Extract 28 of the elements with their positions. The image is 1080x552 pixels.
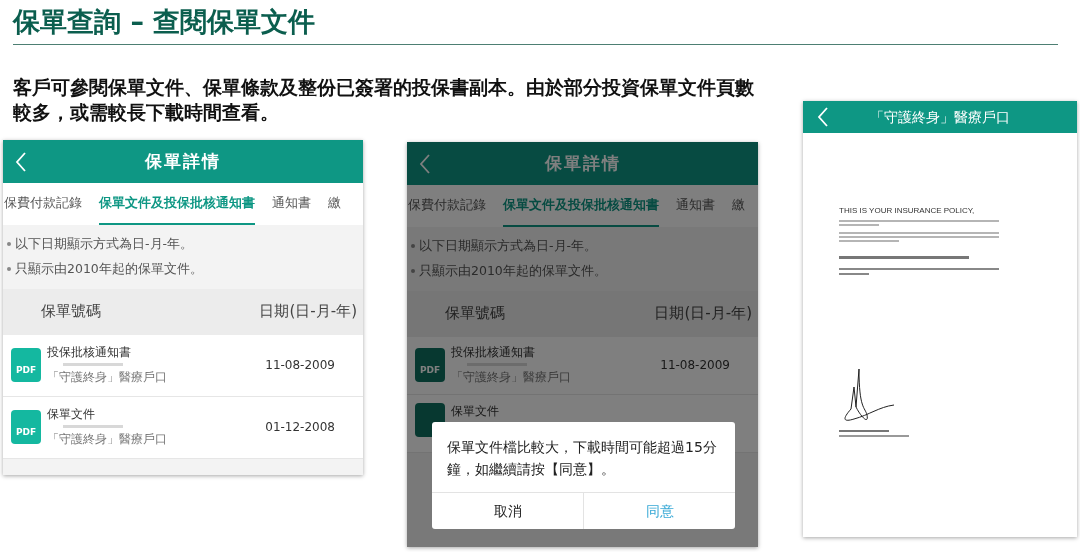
document-date: 11-08-2009 bbox=[660, 357, 730, 374]
document-title: 投保批核通知書 bbox=[451, 343, 536, 361]
dialog-message: 保單文件檔比較大，下載時間可能超過15分鐘，如繼續請按【同意】。 bbox=[446, 438, 718, 479]
document-subtitle: 「守護終身」醫療戶口 bbox=[451, 369, 572, 387]
pdf-icon: PDF bbox=[11, 348, 41, 382]
column-header: 保單號碼 bbox=[445, 303, 505, 325]
column-header: 日期(日-月-年) bbox=[259, 301, 357, 323]
document-heading: THIS IS YOUR INSURANCE POLICY, bbox=[839, 205, 976, 217]
document-date: 11-08-2009 bbox=[265, 357, 335, 374]
note-text: 只顯示由2010年起的保單文件。 bbox=[15, 259, 203, 278]
document-title: 投保批核通知書 bbox=[47, 343, 132, 361]
column-header: 日期(日-月-年) bbox=[654, 303, 752, 325]
pdf-icon: PDF bbox=[11, 410, 41, 444]
screen-title: 保單詳情 bbox=[144, 149, 222, 173]
note-text: 以下日期顯示方式為日-月-年。 bbox=[419, 237, 598, 255]
description-text: 客戶可參閱保單文件、保單條款及整份已簽署的投保書副本。由於部分投資保單文件頁數較多，或需較長下載時間查看。 bbox=[13, 75, 755, 125]
pdf-icon: PDF bbox=[415, 348, 445, 382]
slide-title: 保單查詢 – 查閱保單文件 bbox=[13, 5, 317, 39]
note-text: 以下日期顯示方式為日-月-年。 bbox=[15, 235, 194, 253]
document-title: 保單文件 bbox=[47, 405, 96, 423]
screen-title: 「守護終身」醫療戶口 bbox=[869, 107, 1011, 127]
screen-title: 保單詳情 bbox=[543, 151, 622, 175]
document-title: 保單文件 bbox=[451, 402, 500, 420]
document-subtitle: 「守護終身」醫療戶口 bbox=[47, 431, 168, 449]
document-date: 01-12-2008 bbox=[265, 419, 335, 436]
column-header: 保單號碼 bbox=[41, 301, 101, 323]
note-text: 只顯示由2010年起的保單文件。 bbox=[419, 261, 607, 280]
document-subtitle: 「守護終身」醫療戶口 bbox=[47, 369, 168, 387]
